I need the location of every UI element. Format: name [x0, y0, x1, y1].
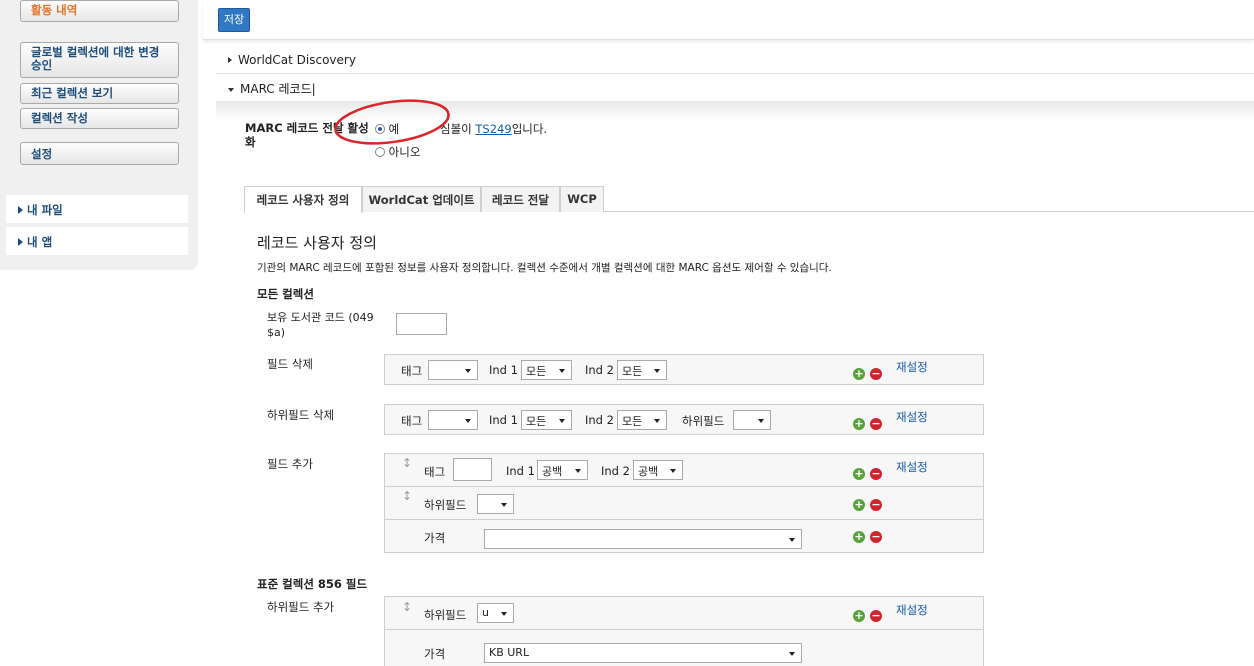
tab-wcp[interactable]: WCP — [560, 186, 604, 212]
holding-code-label: 보유 도서관 코드 (049 $a) — [267, 311, 374, 339]
add-field-subfield-row — [384, 486, 984, 520]
all-collections-heading: 모든 컬렉션 — [257, 287, 314, 301]
add-icon[interactable]: + — [853, 610, 865, 622]
ind1-label: Ind 1 — [489, 363, 518, 377]
my-apps-label: 내 앱 — [27, 235, 53, 249]
ind1-select[interactable]: 모든 — [521, 360, 572, 380]
add-icon[interactable]: + — [853, 531, 865, 543]
ind2-label: Ind 2 — [585, 413, 614, 427]
remove-icon[interactable]: − — [870, 531, 882, 543]
symbol-link[interactable]: TS249 — [475, 122, 511, 136]
ind1-label: Ind 1 — [489, 413, 518, 427]
sidebar-global-approve-button[interactable]: 글로벌 컬렉션에 대한 변경 승인 — [20, 42, 179, 78]
section-label: WorldCat Discovery — [238, 53, 356, 67]
delete-subfield-label: 하위필드 삭제 — [267, 408, 335, 422]
ind2-label: Ind 2 — [585, 363, 614, 377]
reset-link[interactable]: 재설정 — [896, 359, 928, 375]
remove-icon[interactable]: − — [870, 368, 882, 380]
save-button[interactable]: 저장 — [218, 8, 250, 32]
add-subfield-row — [384, 596, 984, 630]
sidebar-recent-button[interactable]: 최근 컬렉션 보기 — [20, 83, 179, 104]
tag-label: 태그 — [401, 364, 423, 378]
add-field-label: 필드 추가 — [267, 457, 313, 471]
ind2-select[interactable]: 공백 — [633, 460, 683, 480]
tag-select[interactable] — [428, 360, 478, 380]
ind1-select[interactable]: 모든 — [521, 410, 572, 430]
section-worldcat-discovery[interactable]: WorldCat Discovery — [216, 48, 1254, 74]
reset-link[interactable]: 재설정 — [896, 602, 928, 618]
add-subfield-label: 하위필드 추가 — [267, 600, 335, 614]
toolbar — [203, 0, 1254, 40]
tag-input[interactable] — [453, 458, 492, 481]
remove-icon[interactable]: − — [870, 418, 882, 430]
add-icon[interactable]: + — [853, 468, 865, 480]
tag-label: 태그 — [401, 414, 423, 428]
tag-select[interactable] — [428, 410, 478, 430]
add-icon[interactable]: + — [853, 368, 865, 380]
add-icon[interactable]: + — [853, 418, 865, 430]
tab-record-customization[interactable]: 레코드 사용자 정의 — [244, 186, 362, 213]
symbol-text: 심볼이 TS249입니다. — [440, 121, 547, 137]
delete-field-label: 필드 삭제 — [267, 357, 313, 371]
add-icon[interactable]: + — [853, 499, 865, 511]
remove-icon[interactable]: − — [870, 499, 882, 511]
symbol-suffix: 입니다. — [511, 122, 548, 136]
value-select[interactable] — [484, 529, 802, 549]
remove-icon[interactable]: − — [870, 468, 882, 480]
chevron-down-icon — [228, 88, 234, 92]
subfield-select[interactable] — [733, 410, 771, 430]
sidebar-activity-button[interactable]: 활동 내역 — [20, 0, 179, 22]
reset-link[interactable]: 재설정 — [896, 459, 928, 475]
ind1-label: Ind 1 — [506, 464, 535, 478]
sidebar-my-apps[interactable]: 내 앱 — [6, 227, 188, 255]
ind2-select[interactable]: 모든 — [617, 360, 667, 380]
remove-icon[interactable]: − — [870, 610, 882, 622]
drag-handle-icon[interactable]: ↕ — [402, 490, 412, 502]
annotation-circle — [334, 99, 450, 145]
subfield-select[interactable]: u — [477, 603, 514, 623]
value-label: 가격 — [424, 531, 446, 545]
section-label: MARC 레코드| — [240, 82, 316, 96]
subfield-select[interactable] — [477, 494, 514, 514]
chevron-right-icon — [18, 238, 23, 246]
drag-handle-icon[interactable]: ↕ — [402, 601, 412, 613]
tab-record-delivery[interactable]: 레코드 전달 — [481, 186, 560, 212]
drag-handle-icon[interactable]: ↕ — [402, 457, 412, 469]
subfield-label: 하위필드 — [682, 414, 725, 428]
value-label: 가격 — [424, 647, 446, 661]
subfield-label: 하위필드 — [424, 498, 467, 512]
reset-link[interactable]: 재설정 — [896, 409, 928, 425]
standard-856-heading: 표준 컬렉션 856 필드 — [257, 577, 368, 591]
holding-code-input[interactable] — [396, 313, 447, 335]
subfield-label: 하위필드 — [424, 608, 467, 622]
sidebar-create-button[interactable]: 컬렉션 작성 — [20, 108, 179, 129]
value-select[interactable]: KB URL — [484, 643, 802, 663]
content-description: 기관의 MARC 레코드에 포함된 정보를 사용자 정의합니다. 컬렉션 수준에… — [257, 262, 832, 274]
my-files-label: 내 파일 — [27, 203, 63, 217]
ind1-select[interactable]: 공백 — [537, 460, 588, 480]
sidebar-my-files[interactable]: 내 파일 — [6, 195, 188, 223]
chevron-right-icon — [18, 206, 23, 214]
tag-label: 태그 — [424, 465, 446, 479]
ind2-label: Ind 2 — [601, 464, 630, 478]
ind2-select[interactable]: 모든 — [617, 410, 667, 430]
tab-worldcat-updates[interactable]: WorldCat 업데이트 — [362, 186, 481, 212]
chevron-right-icon — [228, 57, 232, 63]
content-heading: 레코드 사용자 정의 — [257, 234, 377, 252]
sidebar-settings-button[interactable]: 설정 — [20, 142, 179, 165]
